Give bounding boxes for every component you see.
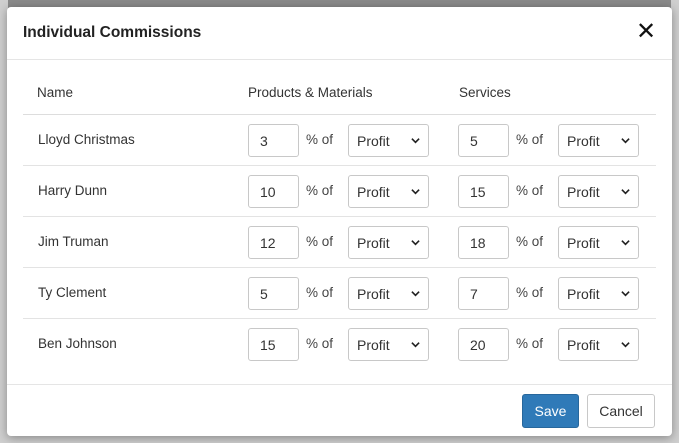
- services-basis-value: Profit: [567, 133, 600, 149]
- products-basis-select[interactable]: Profit: [348, 175, 429, 208]
- cancel-button[interactable]: Cancel: [587, 394, 655, 428]
- products-basis-select[interactable]: Profit: [348, 124, 429, 157]
- header-products-materials: Products & Materials: [248, 85, 373, 100]
- chevron-down-icon: [621, 342, 630, 348]
- services-commission-input[interactable]: [458, 226, 509, 259]
- chevron-down-icon: [411, 138, 420, 144]
- employee-name: Lloyd Christmas: [38, 132, 135, 147]
- services-basis-value: Profit: [567, 337, 600, 353]
- services-commission-input[interactable]: [458, 328, 509, 361]
- products-percent-of-label: % of: [306, 336, 334, 351]
- header-services: Services: [459, 85, 511, 100]
- services-basis-select[interactable]: Profit: [558, 328, 639, 361]
- products-percent-of-label: % of: [306, 183, 334, 198]
- chevron-down-icon: [621, 189, 630, 195]
- services-basis-select[interactable]: Profit: [558, 277, 639, 310]
- close-icon[interactable]: ✕: [634, 19, 658, 45]
- table-body: Lloyd Christmas % of Profit % of Profit …: [23, 115, 656, 370]
- employee-name: Jim Truman: [38, 234, 109, 249]
- products-basis-select[interactable]: Profit: [348, 226, 429, 259]
- services-basis-select[interactable]: Profit: [558, 175, 639, 208]
- products-percent-of-label: % of: [306, 285, 334, 300]
- services-percent-of-label: % of: [516, 285, 544, 300]
- chevron-down-icon: [411, 291, 420, 297]
- services-percent-of-label: % of: [516, 183, 544, 198]
- services-basis-value: Profit: [567, 286, 600, 302]
- employee-name: Ben Johnson: [38, 336, 117, 351]
- services-basis-select[interactable]: Profit: [558, 226, 639, 259]
- table-row: Ty Clement % of Profit % of Profit: [23, 268, 656, 319]
- modal-header: Individual Commissions ✕: [7, 7, 672, 60]
- products-basis-value: Profit: [357, 235, 390, 251]
- products-basis-value: Profit: [357, 184, 390, 200]
- services-basis-select[interactable]: Profit: [558, 124, 639, 157]
- chevron-down-icon: [411, 240, 420, 246]
- table-header: Name Products & Materials Services: [23, 60, 656, 115]
- services-percent-of-label: % of: [516, 234, 544, 249]
- products-basis-select[interactable]: Profit: [348, 277, 429, 310]
- products-commission-input[interactable]: [248, 277, 299, 310]
- commissions-table: Name Products & Materials Services Lloyd…: [23, 60, 656, 370]
- header-name: Name: [37, 85, 74, 100]
- services-commission-input[interactable]: [458, 175, 509, 208]
- table-row: Lloyd Christmas % of Profit % of Profit: [23, 115, 656, 166]
- chevron-down-icon: [411, 189, 420, 195]
- table-row: Harry Dunn % of Profit % of Profit: [23, 166, 656, 217]
- products-commission-input[interactable]: [248, 328, 299, 361]
- services-commission-input[interactable]: [458, 277, 509, 310]
- services-percent-of-label: % of: [516, 132, 544, 147]
- background-page-right: [671, 0, 679, 443]
- products-basis-value: Profit: [357, 337, 390, 353]
- products-commission-input[interactable]: [248, 124, 299, 157]
- chevron-down-icon: [621, 138, 630, 144]
- products-commission-input[interactable]: [248, 175, 299, 208]
- services-basis-value: Profit: [567, 235, 600, 251]
- modal-title: Individual Commissions: [23, 24, 202, 41]
- products-basis-value: Profit: [357, 286, 390, 302]
- products-commission-input[interactable]: [248, 226, 299, 259]
- save-button[interactable]: Save: [522, 394, 579, 428]
- employee-name: Ty Clement: [38, 285, 107, 300]
- chevron-down-icon: [411, 342, 420, 348]
- employee-name: Harry Dunn: [38, 183, 108, 198]
- table-row: Jim Truman % of Profit % of Profit: [23, 217, 656, 268]
- products-basis-select[interactable]: Profit: [348, 328, 429, 361]
- products-basis-value: Profit: [357, 133, 390, 149]
- modal-footer: Save Cancel: [7, 384, 672, 436]
- services-percent-of-label: % of: [516, 336, 544, 351]
- table-row: Ben Johnson % of Profit % of Profit: [23, 319, 656, 370]
- services-commission-input[interactable]: [458, 124, 509, 157]
- products-percent-of-label: % of: [306, 132, 334, 147]
- chevron-down-icon: [621, 291, 630, 297]
- background-page-bottom: [0, 435, 679, 443]
- services-basis-value: Profit: [567, 184, 600, 200]
- products-percent-of-label: % of: [306, 234, 334, 249]
- chevron-down-icon: [621, 240, 630, 246]
- individual-commissions-modal: Individual Commissions ✕ Name Products &…: [7, 7, 672, 436]
